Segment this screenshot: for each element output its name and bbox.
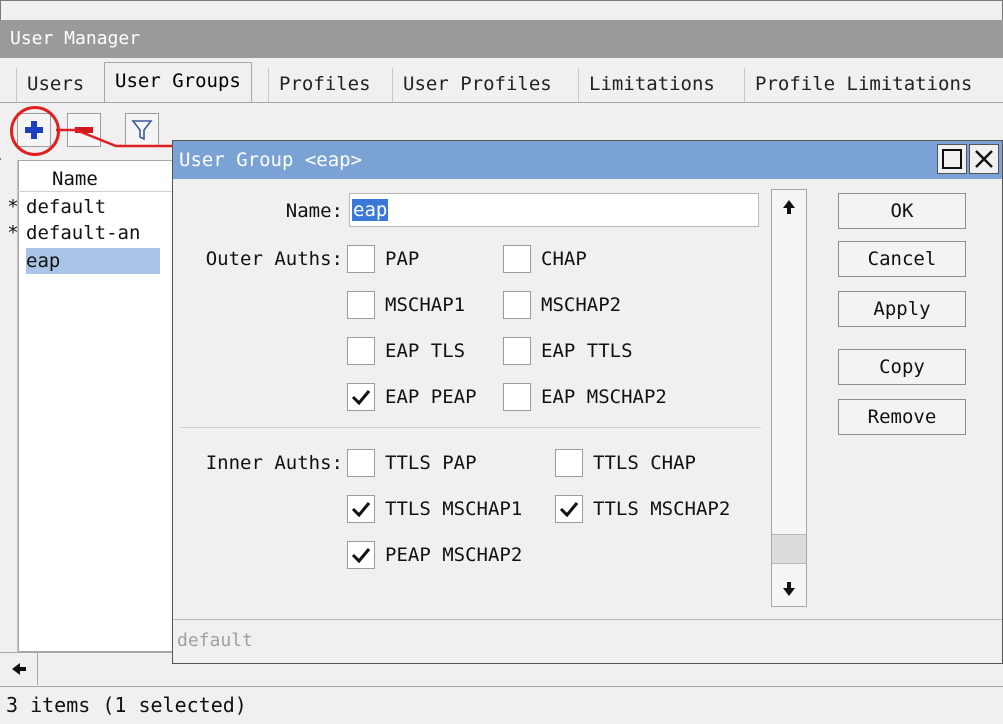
arrow-up-icon	[783, 200, 795, 214]
outer-mschap1-checkbox[interactable]	[347, 291, 375, 319]
dialog-status-bar: default	[173, 619, 1002, 663]
list-item-label: default	[26, 196, 107, 218]
copy-button[interactable]: Copy	[838, 349, 966, 385]
scroll-left-button[interactable]	[0, 653, 38, 685]
inner-ttls-chap-label: TTLS CHAP	[593, 452, 696, 474]
annotation-circle	[10, 106, 60, 156]
inner-ttls-pap-label: TTLS PAP	[385, 452, 477, 474]
outer-eap-peap-checkbox[interactable]	[347, 383, 375, 411]
checkmark-icon	[351, 548, 371, 564]
tab-bar: Users User Groups Profiles User Profiles…	[0, 58, 1003, 102]
list-item-label: eap	[26, 248, 160, 274]
inner-ttls-mschap1-label: TTLS MSCHAP1	[385, 498, 523, 520]
inner-peap-mschap2-label: PEAP MSCHAP2	[385, 544, 523, 566]
cancel-button[interactable]: Cancel	[838, 241, 966, 277]
close-icon	[975, 150, 993, 168]
column-name: Name	[52, 168, 98, 190]
close-button[interactable]	[969, 144, 999, 174]
outer-mschap2-label: MSCHAP2	[541, 294, 622, 316]
annotation-connector	[56, 128, 174, 148]
inner-ttls-mschap2-checkbox[interactable]	[555, 495, 583, 523]
outer-chap-checkbox[interactable]	[503, 245, 531, 273]
tab-users[interactable]: Users	[16, 68, 94, 102]
scroll-down-button[interactable]	[772, 572, 806, 606]
arrow-left-icon	[11, 663, 26, 675]
user-group-dialog: User Group <eap> Name: eap Outer Auths: …	[172, 140, 1003, 664]
list-item-label: default-an	[26, 222, 141, 244]
inner-ttls-chap-checkbox[interactable]	[555, 449, 583, 477]
status-bar: 3 items (1 selected)	[0, 686, 1003, 724]
apply-button[interactable]: Apply	[838, 291, 966, 327]
scroll-up-button[interactable]	[772, 190, 806, 224]
list-item[interactable]: * default-an	[0, 220, 160, 246]
outer-eap-tls-checkbox[interactable]	[347, 337, 375, 365]
ok-button[interactable]: OK	[838, 193, 966, 229]
default-flag: *	[7, 222, 19, 244]
list-item-selected[interactable]: eap	[0, 248, 160, 274]
list-item[interactable]: * default	[0, 194, 160, 220]
checkmark-icon	[559, 502, 579, 518]
tab-profile-limitations[interactable]: Profile Limitations	[744, 68, 982, 102]
maximize-button[interactable]	[937, 144, 967, 174]
name-field[interactable]: eap	[349, 193, 759, 227]
tab-limitations[interactable]: Limitations	[578, 68, 725, 102]
outer-mschap2-checkbox[interactable]	[503, 291, 531, 319]
remove-button[interactable]: Remove	[838, 399, 966, 435]
outer-eap-mschap2-label: EAP MSCHAP2	[541, 386, 667, 408]
outer-chap-label: CHAP	[541, 248, 587, 270]
outer-eap-peap-label: EAP PEAP	[385, 386, 477, 408]
vertical-scrollbar[interactable]	[771, 189, 807, 607]
default-flag: *	[7, 196, 19, 218]
inner-auths-label: Inner Auths:	[205, 452, 343, 474]
outer-pap-label: PAP	[385, 248, 420, 270]
outer-eap-tls-label: EAP TLS	[385, 340, 466, 362]
outer-mschap1-label: MSCHAP1	[385, 294, 466, 316]
outer-eap-ttls-label: EAP TTLS	[541, 340, 633, 362]
tab-profiles[interactable]: Profiles	[268, 68, 381, 102]
tab-user-profiles[interactable]: User Profiles	[392, 68, 562, 102]
name-label: Name:	[285, 200, 343, 222]
name-field-value: eap	[352, 199, 389, 221]
checkmark-icon	[351, 502, 371, 518]
inner-peap-mschap2-checkbox[interactable]	[347, 541, 375, 569]
section-divider	[181, 427, 761, 428]
inner-ttls-mschap2-label: TTLS MSCHAP2	[593, 498, 731, 520]
inner-ttls-mschap1-checkbox[interactable]	[347, 495, 375, 523]
maximize-icon	[942, 149, 962, 169]
arrow-down-icon	[783, 582, 795, 596]
tab-user-groups[interactable]: User Groups	[104, 62, 252, 102]
dialog-title-text: User Group <eap>	[179, 149, 363, 171]
outer-auths-label: Outer Auths:	[205, 248, 343, 270]
inner-ttls-pap-checkbox[interactable]	[347, 449, 375, 477]
list-header[interactable]: Name	[18, 162, 178, 192]
outer-eap-ttls-checkbox[interactable]	[503, 337, 531, 365]
outer-pap-checkbox[interactable]	[347, 245, 375, 273]
checkmark-icon	[351, 390, 371, 406]
outer-eap-mschap2-checkbox[interactable]	[503, 383, 531, 411]
dialog-title[interactable]: User Group <eap>	[173, 141, 1002, 179]
scroll-thumb[interactable]	[772, 534, 806, 564]
window-title: User Manager	[0, 20, 1003, 58]
